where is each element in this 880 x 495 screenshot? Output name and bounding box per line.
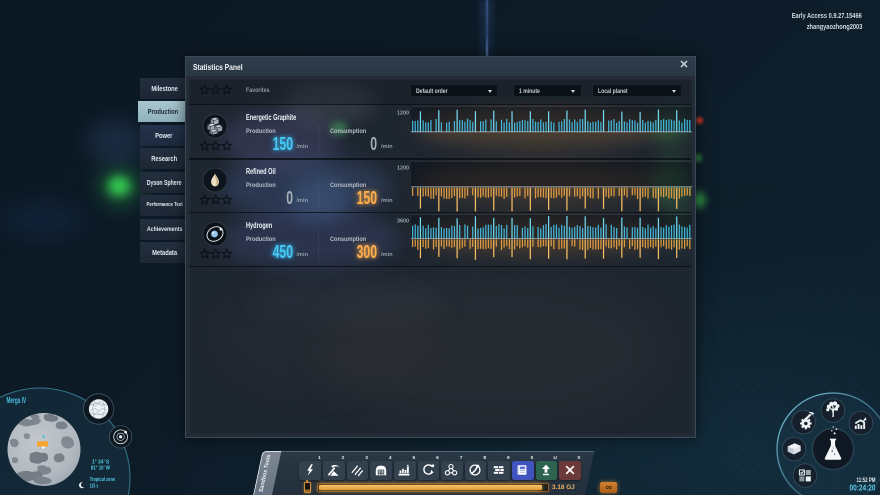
svg-text:00:24:20: 00:24:20 [850,483,876,492]
svg-text:81° 10’ W: 81° 10’ W [91,465,110,471]
svg-text:Tropical zone: Tropical zone [90,477,116,483]
svg-text:Merga IV: Merga IV [7,396,27,405]
svg-text:115 s: 115 s [90,484,99,490]
svg-text:3600: 3600 [397,219,409,225]
svg-text:1200: 1200 [397,111,409,117]
svg-text:1200: 1200 [397,165,409,171]
